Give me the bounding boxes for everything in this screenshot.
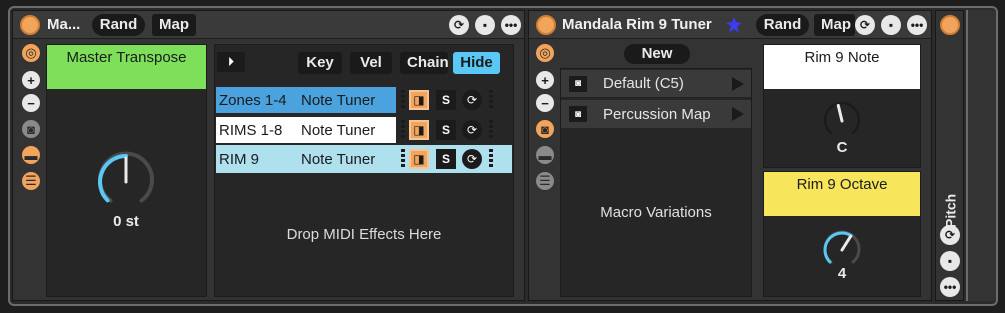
macro-variations-label: Macro Variations: [600, 204, 712, 221]
device1-add-macro-icon[interactable]: +: [22, 71, 40, 89]
variation-camera-icon[interactable]: ◙: [569, 106, 587, 122]
master-transpose-label: Master Transpose: [66, 49, 187, 66]
device1-title: Ma...: [47, 16, 81, 33]
device3-more-icon[interactable]: •••: [940, 277, 960, 297]
play-toggle-icon[interactable]: ⏵: [217, 52, 245, 72]
device2-more-icon[interactable]: •••: [907, 15, 927, 35]
chain-row-grip-icon[interactable]: [489, 90, 493, 110]
variation-launch-icon[interactable]: [732, 107, 744, 121]
variation-launch-icon[interactable]: [732, 77, 744, 91]
device2-chain-list-icon[interactable]: ☰: [536, 172, 554, 190]
device1-more-icon[interactable]: •••: [501, 15, 521, 35]
chain-row-zones[interactable]: Zones 1-4 Note Tuner: [216, 87, 396, 113]
device1-variations-icon[interactable]: ▬: [22, 146, 40, 164]
device1-remove-macro-icon[interactable]: −: [22, 94, 40, 112]
device2-macro-toggle-icon[interactable]: ◎: [536, 44, 554, 62]
chain-row-hot-swap-icon[interactable]: ⟳: [462, 120, 482, 140]
device3-power-button[interactable]: [940, 15, 960, 35]
chain-row-rims[interactable]: RIMS 1-8 Note Tuner: [216, 117, 396, 143]
vel-button[interactable]: Vel: [350, 52, 392, 74]
chain-row-grip-icon[interactable]: [401, 90, 405, 110]
drop-midi-effects-hint[interactable]: Drop MIDI Effects Here: [214, 226, 514, 243]
device3-hot-swap-icon[interactable]: ⟳: [940, 225, 960, 245]
chain-row-activator-icon[interactable]: ◨: [409, 149, 429, 169]
chain-row-activator-icon[interactable]: ◨: [409, 90, 429, 110]
chain-row-hot-swap-icon[interactable]: ⟳: [462, 90, 482, 110]
variation-row-default[interactable]: ◙ Default (C5): [561, 70, 751, 98]
master-transpose-value: 0 st: [113, 213, 139, 230]
mandala-tuner-device: Mandala Rim 9 Tuner Rand Map ⟳ ▪ ••• ◎ +…: [528, 10, 932, 301]
device2-hot-swap-icon[interactable]: ⟳: [855, 15, 875, 35]
chain-button[interactable]: Chain: [400, 52, 449, 74]
next-device-edge: [966, 10, 996, 301]
new-variation-button[interactable]: New: [624, 44, 690, 64]
rim9-octave-value: 4: [837, 265, 847, 282]
device1-macro-toggle-icon[interactable]: ◎: [22, 44, 40, 62]
chain-row-solo-button[interactable]: S: [436, 120, 456, 140]
chain-row-solo-button[interactable]: S: [436, 90, 456, 110]
device2-blue-dot-icon: [726, 17, 742, 33]
device1-rand-button[interactable]: Rand: [92, 14, 145, 36]
pitch-device-collapsed[interactable]: Pitch ⟳ ▪ •••: [935, 10, 964, 301]
chain-row-grip-icon[interactable]: [489, 120, 493, 140]
chain-row-name: RIMS 1-8: [219, 121, 283, 139]
device1-hot-swap-icon[interactable]: ⟳: [449, 15, 469, 35]
device2-map-button[interactable]: Map: [814, 14, 855, 36]
variation-row-percussion[interactable]: ◙ Percussion Map: [561, 100, 751, 128]
device2-title: Mandala Rim 9 Tuner: [562, 16, 712, 33]
chain-row-activator-icon[interactable]: ◨: [409, 120, 429, 140]
variation-name: Percussion Map: [603, 105, 711, 123]
chain-row-grip-icon[interactable]: [401, 149, 405, 169]
device2-save-icon[interactable]: ▪: [881, 15, 901, 35]
chain-row-grip-icon[interactable]: [401, 120, 405, 140]
instrument-rack-device: Ma... Rand Map ⟳ ▪ ••• ◎ + − ◙ ▬ ☰ Maste…: [12, 10, 525, 301]
master-transpose-knob[interactable]: [96, 151, 156, 212]
key-button[interactable]: Key: [298, 52, 342, 74]
device1-map-button[interactable]: Map: [152, 14, 196, 36]
chain-row-name: Zones 1-4: [219, 91, 287, 109]
device2-rand-button[interactable]: Rand: [756, 14, 809, 36]
device1-power-button[interactable]: [20, 15, 40, 35]
device2-variations-icon[interactable]: ▬: [536, 146, 554, 164]
device2-remove-macro-icon[interactable]: −: [536, 94, 554, 112]
device1-save-icon[interactable]: ▪: [475, 15, 495, 35]
variation-camera-icon[interactable]: ◙: [569, 75, 587, 92]
hide-button[interactable]: Hide: [453, 52, 500, 74]
device1-titlebar[interactable]: [13, 11, 524, 39]
device2-snapshot-icon[interactable]: ◙: [536, 120, 554, 138]
rim9-note-knob[interactable]: [821, 100, 863, 142]
chain-row-grip-icon[interactable]: [489, 149, 493, 169]
chain-row-hot-swap-icon[interactable]: ⟳: [462, 149, 482, 169]
rim9-note-value: C: [836, 139, 848, 156]
device1-snapshot-icon[interactable]: ◙: [22, 120, 40, 138]
rim9-octave-label: Rim 9 Octave: [796, 176, 888, 193]
chain-row-device: Note Tuner: [301, 150, 376, 168]
chain-row-name: RIM 9: [219, 150, 260, 168]
chain-row-device: Note Tuner: [301, 91, 376, 109]
variation-name: Default (C5): [603, 75, 684, 92]
device3-save-icon[interactable]: ▪: [940, 251, 960, 271]
chain-row-device: Note Tuner: [301, 121, 376, 139]
device1-chain-list-icon[interactable]: ☰: [22, 172, 40, 190]
rim9-note-label: Rim 9 Note: [804, 49, 880, 66]
device2-add-macro-icon[interactable]: +: [536, 71, 554, 89]
device2-power-button[interactable]: [536, 15, 556, 35]
chain-row-solo-button[interactable]: S: [436, 149, 456, 169]
